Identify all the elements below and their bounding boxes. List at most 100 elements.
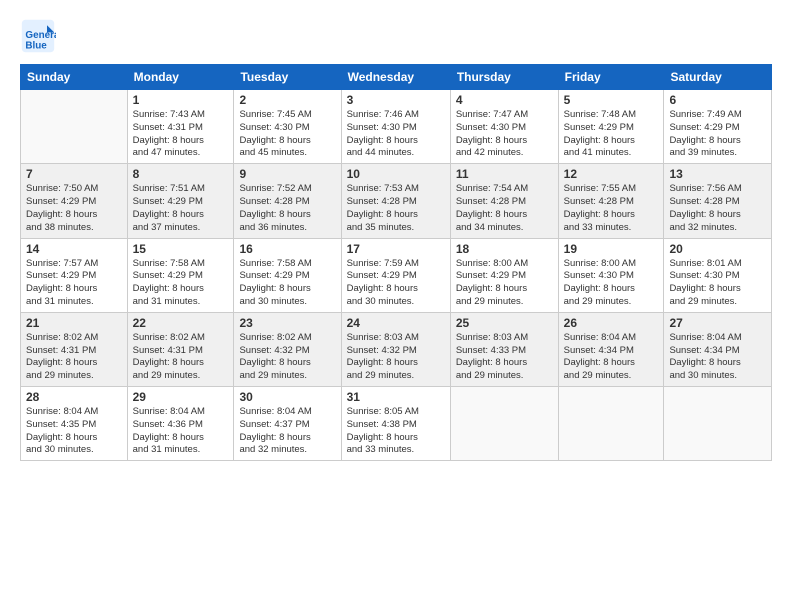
calendar-cell: 11 Sunrise: 7:54 AM Sunset: 4:28 PM Dayli…: [450, 164, 558, 238]
day-info: Sunrise: 8:04 AM Sunset: 4:34 PM Dayligh…: [564, 332, 659, 383]
calendar-cell: [21, 90, 128, 164]
calendar-table: SundayMondayTuesdayWednesdayThursdayFrid…: [20, 64, 772, 461]
calendar-week-row: 14 Sunrise: 7:57 AM Sunset: 4:29 PM Dayli…: [21, 238, 772, 312]
page-container: General Blue SundayMondayTuesdayWednesda…: [0, 0, 792, 471]
day-number: 29: [133, 390, 229, 404]
day-number: 5: [564, 93, 659, 107]
calendar-cell: 22 Sunrise: 8:02 AM Sunset: 4:31 PM Dayli…: [127, 312, 234, 386]
day-number: 7: [26, 167, 122, 181]
day-info: Sunrise: 7:56 AM Sunset: 4:28 PM Dayligh…: [669, 183, 766, 234]
calendar-cell: 7 Sunrise: 7:50 AM Sunset: 4:29 PM Daylig…: [21, 164, 128, 238]
calendar-cell: 9 Sunrise: 7:52 AM Sunset: 4:28 PM Daylig…: [234, 164, 341, 238]
day-number: 18: [456, 242, 553, 256]
day-number: 1: [133, 93, 229, 107]
calendar-cell: 18 Sunrise: 8:00 AM Sunset: 4:29 PM Dayli…: [450, 238, 558, 312]
day-info: Sunrise: 7:54 AM Sunset: 4:28 PM Dayligh…: [456, 183, 553, 234]
day-info: Sunrise: 7:45 AM Sunset: 4:30 PM Dayligh…: [239, 109, 335, 160]
day-number: 9: [239, 167, 335, 181]
calendar-cell: 21 Sunrise: 8:02 AM Sunset: 4:31 PM Dayli…: [21, 312, 128, 386]
calendar-cell: 19 Sunrise: 8:00 AM Sunset: 4:30 PM Dayli…: [558, 238, 664, 312]
day-number: 11: [456, 167, 553, 181]
day-number: 2: [239, 93, 335, 107]
calendar-week-row: 28Sunrise: 8:04 AM Sunset: 4:35 PM Dayli…: [21, 387, 772, 461]
calendar-cell: [450, 387, 558, 461]
day-info: Sunrise: 7:47 AM Sunset: 4:30 PM Dayligh…: [456, 109, 553, 160]
calendar-cell: 10 Sunrise: 7:53 AM Sunset: 4:28 PM Dayli…: [341, 164, 450, 238]
weekday-header-thursday: Thursday: [450, 65, 558, 90]
calendar-cell: 16 Sunrise: 7:58 AM Sunset: 4:29 PM Dayli…: [234, 238, 341, 312]
day-info: Sunrise: 7:48 AM Sunset: 4:29 PM Dayligh…: [564, 109, 659, 160]
day-info: Sunrise: 7:58 AM Sunset: 4:29 PM Dayligh…: [239, 258, 335, 309]
day-info: Sunrise: 7:51 AM Sunset: 4:29 PM Dayligh…: [133, 183, 229, 234]
day-info: Sunrise: 7:52 AM Sunset: 4:28 PM Dayligh…: [239, 183, 335, 234]
day-number: 26: [564, 316, 659, 330]
day-number: 27: [669, 316, 766, 330]
weekday-header-tuesday: Tuesday: [234, 65, 341, 90]
day-info: Sunrise: 8:02 AM Sunset: 4:32 PM Dayligh…: [239, 332, 335, 383]
calendar-week-row: 1Sunrise: 7:43 AM Sunset: 4:31 PM Daylig…: [21, 90, 772, 164]
day-info: Sunrise: 8:05 AM Sunset: 4:38 PM Dayligh…: [347, 406, 445, 457]
day-number: 16: [239, 242, 335, 256]
day-info: Sunrise: 8:01 AM Sunset: 4:30 PM Dayligh…: [669, 258, 766, 309]
calendar-cell: 5 Sunrise: 7:48 AM Sunset: 4:29 PM Daylig…: [558, 90, 664, 164]
calendar-cell: 4 Sunrise: 7:47 AM Sunset: 4:30 PM Daylig…: [450, 90, 558, 164]
day-info: Sunrise: 7:58 AM Sunset: 4:29 PM Dayligh…: [133, 258, 229, 309]
day-number: 17: [347, 242, 445, 256]
calendar-cell: [664, 387, 772, 461]
calendar-cell: 6 Sunrise: 7:49 AM Sunset: 4:29 PM Daylig…: [664, 90, 772, 164]
calendar-cell: 24 Sunrise: 8:03 AM Sunset: 4:32 PM Dayli…: [341, 312, 450, 386]
weekday-header-saturday: Saturday: [664, 65, 772, 90]
calendar-cell: 26 Sunrise: 8:04 AM Sunset: 4:34 PM Dayli…: [558, 312, 664, 386]
day-number: 14: [26, 242, 122, 256]
day-number: 20: [669, 242, 766, 256]
day-number: 28: [26, 390, 122, 404]
day-number: 21: [26, 316, 122, 330]
day-info: Sunrise: 7:55 AM Sunset: 4:28 PM Dayligh…: [564, 183, 659, 234]
calendar-cell: 27Sunrise: 8:04 AM Sunset: 4:34 PM Dayli…: [664, 312, 772, 386]
day-info: Sunrise: 8:03 AM Sunset: 4:32 PM Dayligh…: [347, 332, 445, 383]
calendar-cell: 12Sunrise: 7:55 AM Sunset: 4:28 PM Dayli…: [558, 164, 664, 238]
calendar-cell: 1Sunrise: 7:43 AM Sunset: 4:31 PM Daylig…: [127, 90, 234, 164]
day-info: Sunrise: 8:02 AM Sunset: 4:31 PM Dayligh…: [133, 332, 229, 383]
day-info: Sunrise: 7:50 AM Sunset: 4:29 PM Dayligh…: [26, 183, 122, 234]
calendar-cell: 25Sunrise: 8:03 AM Sunset: 4:33 PM Dayli…: [450, 312, 558, 386]
day-info: Sunrise: 7:59 AM Sunset: 4:29 PM Dayligh…: [347, 258, 445, 309]
day-info: Sunrise: 8:00 AM Sunset: 4:30 PM Dayligh…: [564, 258, 659, 309]
day-info: Sunrise: 7:53 AM Sunset: 4:28 PM Dayligh…: [347, 183, 445, 234]
day-info: Sunrise: 7:49 AM Sunset: 4:29 PM Dayligh…: [669, 109, 766, 160]
calendar-cell: 8 Sunrise: 7:51 AM Sunset: 4:29 PM Daylig…: [127, 164, 234, 238]
day-number: 31: [347, 390, 445, 404]
day-info: Sunrise: 8:02 AM Sunset: 4:31 PM Dayligh…: [26, 332, 122, 383]
day-number: 3: [347, 93, 445, 107]
day-number: 22: [133, 316, 229, 330]
day-number: 24: [347, 316, 445, 330]
day-number: 19: [564, 242, 659, 256]
calendar-cell: 31 Sunrise: 8:05 AM Sunset: 4:38 PM Dayli…: [341, 387, 450, 461]
day-info: Sunrise: 7:57 AM Sunset: 4:29 PM Dayligh…: [26, 258, 122, 309]
day-number: 13: [669, 167, 766, 181]
day-info: Sunrise: 8:00 AM Sunset: 4:29 PM Dayligh…: [456, 258, 553, 309]
calendar-cell: 15 Sunrise: 7:58 AM Sunset: 4:29 PM Dayli…: [127, 238, 234, 312]
calendar-cell: 14 Sunrise: 7:57 AM Sunset: 4:29 PM Dayli…: [21, 238, 128, 312]
day-info: Sunrise: 8:04 AM Sunset: 4:37 PM Dayligh…: [239, 406, 335, 457]
day-number: 6: [669, 93, 766, 107]
calendar-cell: 17 Sunrise: 7:59 AM Sunset: 4:29 PM Dayli…: [341, 238, 450, 312]
day-info: Sunrise: 7:46 AM Sunset: 4:30 PM Dayligh…: [347, 109, 445, 160]
day-number: 8: [133, 167, 229, 181]
day-number: 30: [239, 390, 335, 404]
calendar-cell: [558, 387, 664, 461]
logo: General Blue: [20, 18, 62, 54]
day-number: 10: [347, 167, 445, 181]
calendar-cell: 3 Sunrise: 7:46 AM Sunset: 4:30 PM Daylig…: [341, 90, 450, 164]
calendar-cell: 30 Sunrise: 8:04 AM Sunset: 4:37 PM Dayli…: [234, 387, 341, 461]
calendar-week-row: 7 Sunrise: 7:50 AM Sunset: 4:29 PM Daylig…: [21, 164, 772, 238]
calendar-cell: 28Sunrise: 8:04 AM Sunset: 4:35 PM Dayli…: [21, 387, 128, 461]
day-number: 4: [456, 93, 553, 107]
weekday-header-monday: Monday: [127, 65, 234, 90]
weekday-header-wednesday: Wednesday: [341, 65, 450, 90]
calendar-header-row: SundayMondayTuesdayWednesdayThursdayFrid…: [21, 65, 772, 90]
calendar-cell: 13 Sunrise: 7:56 AM Sunset: 4:28 PM Dayli…: [664, 164, 772, 238]
day-number: 15: [133, 242, 229, 256]
header: General Blue: [20, 18, 772, 54]
weekday-header-sunday: Sunday: [21, 65, 128, 90]
